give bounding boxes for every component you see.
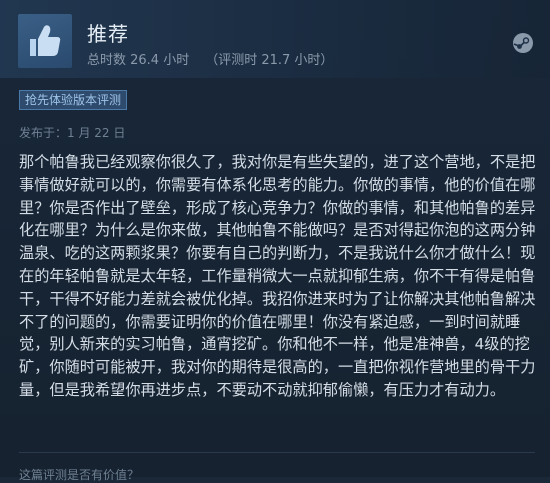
divider: [19, 452, 535, 453]
early-access-badge: 抢先体验版本评测: [19, 90, 128, 110]
helpful-prompt: 这篇评测是否有价值？: [19, 468, 140, 482]
hours-total: 总时数 26.4 小时: [87, 53, 190, 68]
steam-logo-icon: [513, 33, 533, 53]
posted-date: 发布于：1 月 22 日: [19, 126, 126, 140]
recommend-thumb-box: [18, 14, 72, 68]
thumbs-up-icon: [30, 25, 61, 56]
playtime-info: 总时数 26.4 小时 （评测时 21.7 小时）: [87, 49, 333, 68]
review-header: 推荐 总时数 26.4 小时 （评测时 21.7 小时）: [0, 0, 550, 78]
review-body: 那个帕鲁我已经观察你很久了，我对你是有些失望的，进了这个营地，不是把事情做好就可…: [19, 153, 536, 399]
verdict-title: 推荐: [87, 22, 129, 46]
hours-at-review: （评测时 21.7 小时）: [205, 53, 334, 68]
review-card: 推荐 总时数 26.4 小时 （评测时 21.7 小时） 抢先体验版本评测 发布于…: [0, 0, 550, 482]
